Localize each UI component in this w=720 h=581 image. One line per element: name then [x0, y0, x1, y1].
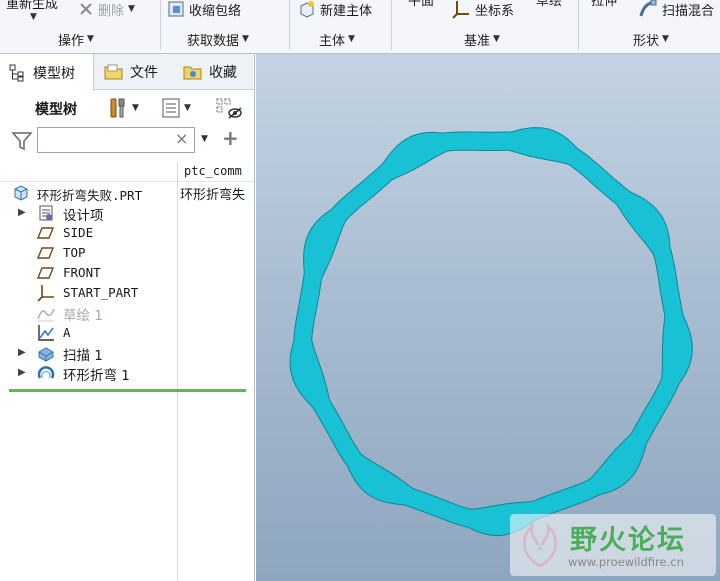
sketch-button[interactable]: 草绘 [536, 0, 562, 10]
tree-row-start-part[interactable]: START_PART [0, 283, 254, 303]
part-icon [14, 185, 28, 201]
navigator-panel: 模型树 文件 收藏 模型树 ▼ ▼ × ▼ + ptc_comm 环形折弯失败.… [0, 54, 255, 581]
watermark-title: 野火论坛 [570, 525, 686, 556]
new-body-button[interactable]: 新建主体 [298, 0, 372, 20]
ribbon: 重新生成 ▼ 删除 ▼ 操作 ▼ 收缩包络 获取数据 ▼ 新建主体 主体 ▼ 平面 坐… [0, 0, 720, 54]
group-body[interactable]: 主体 ▼ [319, 30, 355, 49]
tab-model-tree[interactable]: 模型树 [0, 54, 94, 91]
group-shapes[interactable]: 形状 ▼ [633, 30, 669, 49]
datum-plane-icon [37, 247, 55, 259]
tree-toolbar: 模型树 ▼ ▼ [0, 92, 254, 124]
coord-sys-button[interactable]: 坐标系 [451, 0, 514, 20]
hide-columns-button[interactable] [215, 96, 243, 120]
clear-search-icon[interactable]: × [175, 131, 188, 147]
favorites-folder-icon [183, 66, 202, 80]
delete-button[interactable]: 删除 ▼ [78, 0, 135, 20]
swept-blend-icon [639, 0, 657, 17]
expand-arrow-icon[interactable]: ▶ [18, 367, 28, 378]
group-operations[interactable]: 操作 ▼ [58, 30, 94, 49]
tree-settings-button[interactable]: ▼ [106, 96, 139, 120]
datum-graph-icon [38, 325, 54, 341]
watermark: 野火论坛 www.proewildfire.cn [510, 514, 716, 576]
wildfire-logo-icon [523, 522, 557, 568]
tree-column-header: ptc_comm [0, 162, 254, 182]
tree-title: 模型树 [35, 102, 77, 118]
group-datum[interactable]: 基准 ▼ [464, 30, 500, 49]
watermark-url: www.proewildfire.cn [568, 555, 684, 569]
tab-files[interactable]: 文件 [95, 54, 173, 90]
list-view-icon [162, 98, 180, 118]
tree-row-axis-a[interactable]: A [0, 323, 254, 343]
design-items-icon [39, 205, 53, 221]
filter-row: × ▼ + [0, 124, 254, 156]
insert-here-marker[interactable] [9, 389, 246, 392]
coordinate-system-icon [37, 285, 54, 302]
sketch-icon [37, 308, 55, 322]
tree-row-top[interactable]: TOP [0, 243, 254, 263]
model-tree-icon [9, 64, 24, 81]
regenerate-dropdown[interactable]: ▼ [30, 6, 37, 28]
tree-row-sketch[interactable]: 草绘 1 [0, 303, 254, 324]
navigator-tabs: 模型树 文件 收藏 [0, 54, 254, 91]
coordinate-system-icon [452, 1, 469, 19]
wavy-ring-model[interactable] [256, 54, 720, 581]
tree-row-front[interactable]: FRONT [0, 263, 254, 283]
add-filter-icon[interactable]: + [222, 126, 239, 150]
expand-arrow-icon[interactable]: ▶ [18, 347, 28, 358]
shrinkwrap-icon [168, 1, 184, 17]
search-options-dropdown[interactable]: ▼ [201, 134, 208, 144]
extrude-button[interactable]: 拉伸 [591, 0, 617, 10]
search-input[interactable] [37, 127, 195, 153]
shrinkwrap-button[interactable]: 收缩包络 [167, 0, 241, 20]
delete-icon [80, 3, 92, 15]
tree-row-part[interactable]: 环形折弯失败.PRT 环形折弯失 [0, 183, 254, 203]
new-body-icon [300, 1, 314, 18]
toroidal-bend-icon [37, 366, 55, 379]
tab-favorites[interactable]: 收藏 [174, 54, 254, 90]
graphics-viewport[interactable]: 野火论坛 www.proewildfire.cn [256, 54, 720, 581]
datum-plane-icon [37, 267, 55, 279]
sweep-feature-icon [38, 347, 54, 362]
group-get-data[interactable]: 获取数据 ▼ [187, 30, 249, 49]
tools-icon [110, 98, 125, 118]
tree-row-design-items[interactable]: ▶ 设计项 [0, 203, 254, 224]
plane-button[interactable]: 平面 [408, 0, 434, 10]
swept-blend-button[interactable]: 扫描混合 [638, 0, 714, 20]
datum-plane-icon [37, 227, 55, 239]
expand-arrow-icon[interactable]: ▶ [18, 207, 28, 218]
show-options-button[interactable]: ▼ [160, 96, 191, 120]
tree-row-toroidal-bend[interactable]: ▶ 环形折弯 1 [0, 363, 254, 384]
columns-visibility-icon [216, 98, 242, 119]
column-header-ptc-common-name[interactable]: ptc_comm [184, 164, 242, 178]
filter-icon[interactable] [11, 130, 33, 152]
tree-row-side[interactable]: SIDE [0, 223, 254, 243]
tree-row-sweep[interactable]: ▶ 扫描 1 [0, 343, 254, 364]
folder-icon [104, 64, 123, 80]
